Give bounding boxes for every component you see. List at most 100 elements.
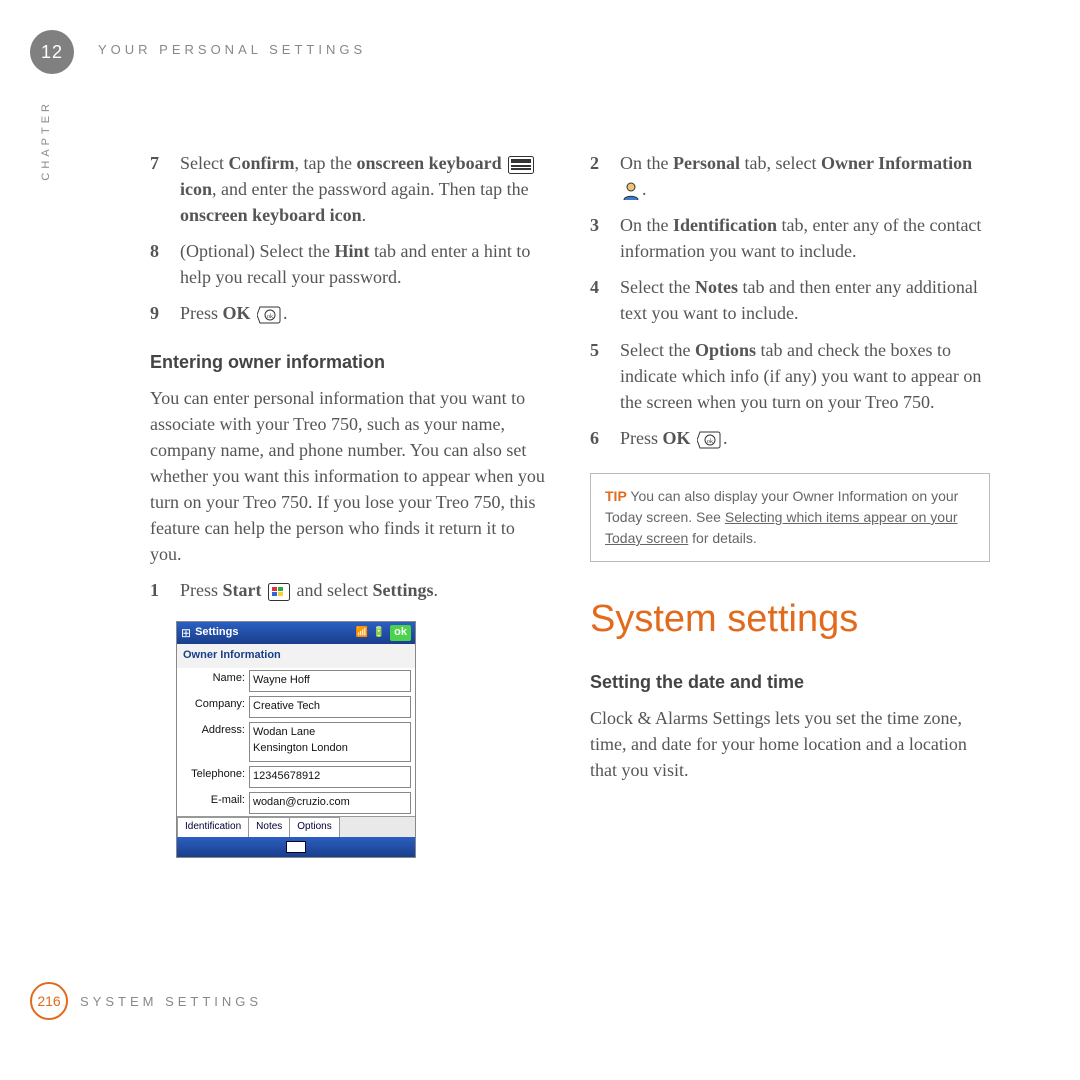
step-number: 1 [150, 577, 166, 603]
text [262, 580, 267, 600]
text: . [362, 205, 367, 225]
subhead-setting-date-time: Setting the date and time [590, 669, 990, 695]
steps-list: 1 Press Start and select Settings. [150, 577, 550, 603]
step-body: On the Identification tab, enter any of … [620, 212, 990, 264]
manual-page: 12 YOUR PERSONAL SETTINGS CHAPTER 7 Sele… [0, 0, 1080, 1080]
paragraph: Clock & Alarms Settings lets you set the… [590, 705, 990, 783]
step-number: 7 [150, 150, 166, 228]
running-head: YOUR PERSONAL SETTINGS [98, 42, 366, 57]
start-icon [268, 583, 290, 601]
owner-info-form: Name:Wayne Hoff Company:Creative Tech Ad… [177, 668, 415, 816]
left-column: 7 Select Confirm, tap the onscreen keybo… [150, 150, 550, 960]
text: and select [292, 580, 372, 600]
value: 12345678912 [249, 766, 411, 788]
text: . [283, 303, 288, 323]
value: wodan@cruzio.com [249, 792, 411, 814]
step-number: 6 [590, 425, 606, 451]
bold-text: Options [695, 340, 756, 360]
section-title-system-settings: System settings [590, 592, 990, 647]
text: tab, select [740, 153, 821, 173]
bold-text: Owner Information [821, 153, 972, 173]
step-number: 9 [150, 300, 166, 326]
text: Press [180, 303, 223, 323]
tray-icons: 📶 🔋 [355, 626, 386, 641]
step-body: Press Start and select Settings. [180, 577, 550, 603]
step-number: 2 [590, 150, 606, 202]
value: Wodan Lane Kensington London [249, 722, 411, 762]
paragraph: You can enter personal information that … [150, 385, 550, 568]
step-number: 3 [590, 212, 606, 264]
step-8: 8 (Optional) Select the Hint tab and ent… [150, 238, 550, 290]
tab-notes: Notes [248, 817, 290, 837]
owner-info-icon [622, 181, 640, 201]
tab-strip: Identification Notes Options [177, 816, 415, 837]
tab-options: Options [289, 817, 339, 837]
bold-text: Notes [695, 277, 738, 297]
keyboard-icon [508, 156, 534, 174]
form-row-company: Company:Creative Tech [177, 694, 415, 720]
step-7: 7 Select Confirm, tap the onscreen keybo… [150, 150, 550, 228]
step-body: Select the Notes tab and then enter any … [620, 274, 990, 326]
step-5: 5 Select the Options tab and check the b… [590, 337, 990, 415]
step-body: (Optional) Select the Hint tab and enter… [180, 238, 550, 290]
form-row-email: E-mail:wodan@cruzio.com [177, 790, 415, 816]
text: Select [180, 153, 228, 173]
bold-text: Hint [334, 241, 369, 261]
bold-text: onscreen keyboard icon [180, 205, 362, 225]
text [691, 428, 696, 448]
bottom-bar [177, 837, 415, 857]
step-number: 4 [590, 274, 606, 326]
step-4: 4 Select the Notes tab and then enter an… [590, 274, 990, 326]
step-1: 1 Press Start and select Settings. [150, 577, 550, 603]
subhead-entering-owner-info: Entering owner information [150, 349, 550, 375]
value: Creative Tech [249, 696, 411, 718]
text: . [434, 580, 439, 600]
bold-text: OK [223, 303, 251, 323]
bold-text: Personal [673, 153, 740, 173]
device-screenshot: ⊞ Settings 📶 🔋 ok Owner Information Name… [176, 621, 416, 857]
chapter-number-badge: 12 [30, 30, 74, 74]
text: , and enter the password again. Then tap… [212, 179, 529, 199]
step-9: 9 Press OK ok. [150, 300, 550, 326]
label: Telephone: [177, 764, 249, 786]
footer-text: SYSTEM SETTINGS [80, 994, 262, 1009]
text: Press [180, 580, 223, 600]
chapter-vertical-label: CHAPTER [40, 100, 52, 181]
page-footer: 216 SYSTEM SETTINGS [30, 982, 262, 1020]
step-body: Select Confirm, tap the onscreen keyboar… [180, 150, 550, 228]
text: . [723, 428, 728, 448]
step-number: 8 [150, 238, 166, 290]
tip-text: for details. [688, 530, 756, 546]
label: Address: [177, 720, 249, 742]
ok-button-icon: ok [697, 431, 721, 449]
right-column: 2 On the Personal tab, select Owner Info… [590, 150, 990, 960]
titlebar: ⊞ Settings 📶 🔋 ok [177, 622, 415, 644]
text: Select the [620, 277, 695, 297]
svg-text:ok: ok [707, 439, 713, 445]
text: , tap the [294, 153, 356, 173]
step-3: 3 On the Identification tab, enter any o… [590, 212, 990, 264]
steps-list: 7 Select Confirm, tap the onscreen keybo… [150, 150, 550, 327]
bold-text: OK [663, 428, 691, 448]
step-body: Press OK ok. [180, 300, 550, 326]
step-body: Press OK ok. [620, 425, 990, 451]
step-number: 5 [590, 337, 606, 415]
bold-text: Confirm [228, 153, 294, 173]
ok-button-icon: ok [257, 306, 281, 324]
screen-title: Owner Information [177, 644, 415, 668]
text: (Optional) Select the [180, 241, 334, 261]
text: On the [620, 215, 673, 235]
text: . [642, 179, 647, 199]
text [251, 303, 256, 323]
two-column-layout: 7 Select Confirm, tap the onscreen keybo… [150, 150, 990, 960]
step-body: On the Personal tab, select Owner Inform… [620, 150, 990, 202]
page-number-badge: 216 [30, 982, 68, 1020]
tip-box: TIP You can also display your Owner Info… [590, 473, 990, 562]
text: Press [620, 428, 663, 448]
bold-text: icon [180, 179, 212, 199]
text: On the [620, 153, 673, 173]
step-6: 6 Press OK ok. [590, 425, 990, 451]
form-row-telephone: Telephone:12345678912 [177, 764, 415, 790]
label: Name: [177, 668, 249, 690]
text: Select the [620, 340, 695, 360]
